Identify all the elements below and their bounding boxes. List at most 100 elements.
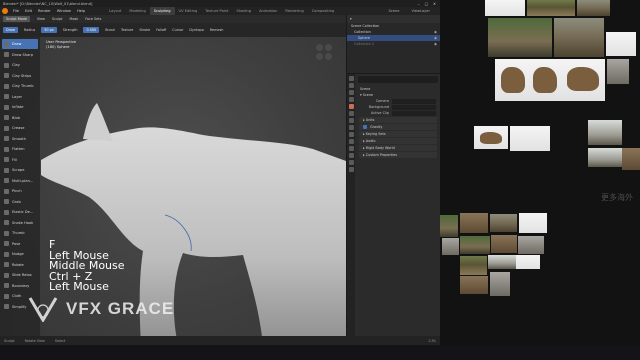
menu-face-sets[interactable]: Face Sets <box>85 17 101 21</box>
tool-clay[interactable]: Clay <box>2 60 38 70</box>
tool-elastic-deform[interactable]: Elastic De… <box>2 207 38 217</box>
gravity-checkbox[interactable] <box>363 125 367 129</box>
outliner-row[interactable]: Collection 2 ◉ <box>347 41 440 47</box>
falloff-menu[interactable]: Falloff <box>156 28 166 32</box>
data-properties-icon[interactable] <box>348 153 354 158</box>
remesh-menu[interactable]: Remesh <box>210 28 224 32</box>
background-field[interactable] <box>392 104 436 110</box>
menu-sculpt[interactable]: Sculpt <box>52 17 63 21</box>
modifier-properties-icon[interactable] <box>348 125 354 130</box>
zoom-icon[interactable] <box>316 44 323 51</box>
section-rigid-body-world[interactable]: ▸ Rigid Body World <box>359 145 437 151</box>
tool-clay-thumb[interactable]: Clay Thumb <box>2 81 38 91</box>
tool-slide-relax[interactable]: Slide Relax <box>2 270 38 280</box>
section-units[interactable]: ▸ Units <box>359 117 437 123</box>
texture-menu[interactable]: Texture <box>121 28 133 32</box>
camera-field[interactable] <box>392 98 436 104</box>
tool-rotate[interactable]: Rotate <box>2 260 38 270</box>
status-sculpt: Sculpt <box>4 338 15 343</box>
constraint-properties-icon[interactable] <box>348 146 354 151</box>
tool-draw[interactable]: Draw <box>2 39 38 50</box>
tool-clay-strips[interactable]: Clay Strips <box>2 71 38 81</box>
mode-dropdown[interactable]: Sculpt Mode <box>3 16 30 22</box>
tab-layout[interactable]: Layout <box>105 7 125 15</box>
tool-snake-hook[interactable]: Snake Hook <box>2 218 38 228</box>
camera-view-icon[interactable] <box>325 44 332 51</box>
visibility-eye-icon[interactable]: ◉ <box>434 30 437 34</box>
close-button[interactable]: ✕ <box>433 2 436 6</box>
tab-uv-editing[interactable]: UV Editing <box>175 7 202 15</box>
brush-selector[interactable]: Draw <box>3 27 18 33</box>
tool-pose[interactable]: Pose <box>2 239 38 249</box>
tool-boundary[interactable]: Boundary <box>2 281 38 291</box>
render-properties-icon[interactable] <box>348 83 354 88</box>
cursor-menu[interactable]: Cursor <box>172 28 183 32</box>
tab-rendering[interactable]: Rendering <box>281 7 307 15</box>
section-custom-properties[interactable]: ▸ Custom Properties <box>359 152 437 158</box>
strength-field[interactable]: 0.500 <box>83 27 100 33</box>
particle-properties-icon[interactable] <box>348 132 354 137</box>
tool-pinch[interactable]: Pinch <box>2 186 38 196</box>
menu-file[interactable]: File <box>13 9 19 13</box>
tool-fill[interactable]: Fill <box>2 155 38 165</box>
world-properties-icon[interactable] <box>348 111 354 116</box>
section-keying-sets[interactable]: ▸ Keying Sets <box>359 131 437 137</box>
fill-icon <box>4 157 9 163</box>
scene-properties-icon[interactable] <box>348 104 354 109</box>
tool-draw-sharp[interactable]: Draw Sharp <box>2 50 38 60</box>
menu-mask[interactable]: Mask <box>70 17 79 21</box>
outliner-filter-icon[interactable]: ▾ <box>350 17 352 21</box>
active-clip-field[interactable] <box>392 110 436 116</box>
tool-properties-icon[interactable] <box>348 76 354 81</box>
menu-render[interactable]: Render <box>38 9 51 13</box>
section-audio[interactable]: ▸ Audio <box>359 138 437 144</box>
physics-properties-icon[interactable] <box>348 139 354 144</box>
radius-field[interactable]: 50 px <box>41 27 57 33</box>
material-properties-icon[interactable] <box>348 160 354 165</box>
tab-compositing[interactable]: Compositing <box>308 7 339 15</box>
tool-smooth[interactable]: Smooth <box>2 134 38 144</box>
tool-nudge[interactable]: Nudge <box>2 249 38 259</box>
tool-multiplane-scrape[interactable]: Multi-plan… <box>2 176 38 186</box>
menu-window[interactable]: Window <box>57 9 71 13</box>
navigation-gizmo[interactable] <box>316 44 338 66</box>
scene-selector[interactable]: Scene <box>388 9 399 13</box>
tool-blob[interactable]: Blob <box>2 113 38 123</box>
gravity-row[interactable]: Gravity <box>359 124 437 130</box>
tab-texture-paint[interactable]: Texture Paint <box>201 7 232 15</box>
clay-icon <box>4 62 9 68</box>
tool-inflate[interactable]: Inflate <box>2 102 38 112</box>
properties-search-input[interactable] <box>358 76 438 83</box>
pan-icon[interactable] <box>316 53 323 60</box>
visibility-eye-icon[interactable]: ◉ <box>434 36 437 40</box>
tool-scrape[interactable]: Scrape <box>2 165 38 175</box>
tab-sculpting[interactable]: Sculpting <box>149 7 175 15</box>
menu-view[interactable]: View <box>37 17 45 21</box>
output-properties-icon[interactable] <box>348 90 354 95</box>
reference-photo <box>460 276 488 294</box>
tab-shading[interactable]: Shading <box>232 7 255 15</box>
maximize-button[interactable]: □ <box>425 2 428 6</box>
minimize-button[interactable]: – <box>418 2 420 6</box>
stroke-menu[interactable]: Stroke <box>139 28 150 32</box>
blender-logo-icon[interactable] <box>2 8 8 14</box>
tool-flatten[interactable]: Flatten <box>2 144 38 154</box>
tool-thumb[interactable]: Thumb <box>2 228 38 238</box>
tool-crease[interactable]: Crease <box>2 123 38 133</box>
visibility-eye-icon[interactable]: ◉ <box>434 42 437 46</box>
tab-modeling[interactable]: Modeling <box>125 7 149 15</box>
ortho-toggle-icon[interactable] <box>325 53 332 60</box>
layer-icon <box>4 94 9 100</box>
brush-menu[interactable]: Brush <box>105 28 115 32</box>
object-properties-icon[interactable] <box>348 118 354 123</box>
view-layer-icon[interactable] <box>348 97 354 102</box>
tool-grab[interactable]: Grab <box>2 197 38 207</box>
menu-help[interactable]: Help <box>77 9 85 13</box>
tool-layer[interactable]: Layer <box>2 92 38 102</box>
tab-animation[interactable]: Animation <box>255 7 281 15</box>
texture-properties-icon[interactable] <box>348 167 354 172</box>
dyntopo-menu[interactable]: Dyntopo <box>189 28 203 32</box>
viewlayer-selector[interactable]: ViewLayer <box>411 9 430 13</box>
tool-label: Thumb <box>12 231 25 236</box>
menu-edit[interactable]: Edit <box>25 9 32 13</box>
